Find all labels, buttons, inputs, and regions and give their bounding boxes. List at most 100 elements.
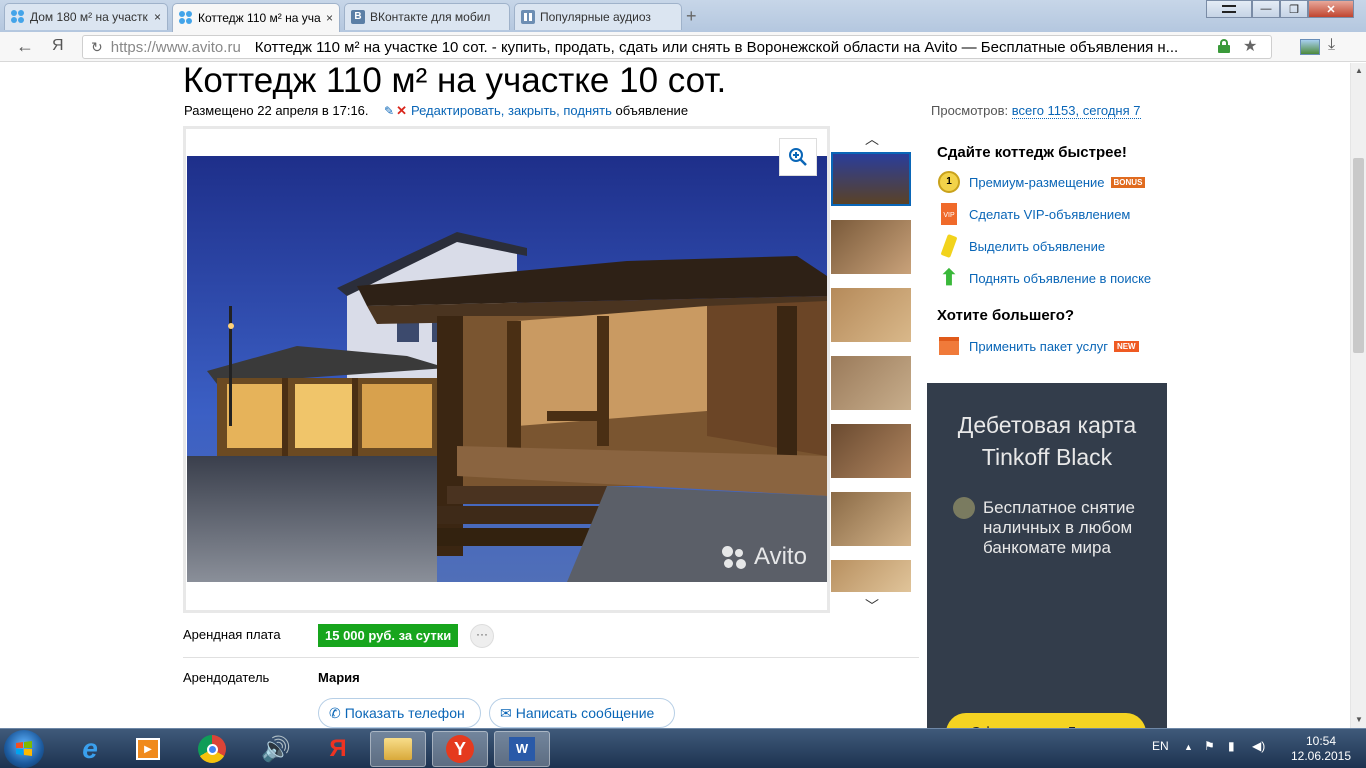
price-more-button[interactable]: ··· [470,624,494,648]
system-clock[interactable]: 10:54 12.06.2015 [1282,734,1360,764]
premium-coin-icon: 1 [937,170,961,194]
bonus-badge: BONUS [1110,176,1146,188]
yandex-icon: Я [329,735,347,762]
taskbar-yandex-browser[interactable]: Y [432,731,488,767]
tab-close-icon[interactable]: × [154,10,161,24]
arrow-up-icon: ⬆ [939,265,959,290]
vip-icon: VIP [937,202,961,226]
premium-placement-link[interactable]: 1 Премиум-размещение BONUS [937,170,1146,194]
taskbar-yandex[interactable]: Я [310,731,366,767]
chrome-icon [198,735,226,763]
ad-bullet-icon [953,497,975,519]
menu-button[interactable] [1206,0,1252,18]
cottage-photo [187,156,827,582]
ad-title: Дебетовая карта Tinkoff Black [957,412,1137,470]
tinkoff-ad-banner[interactable]: Дебетовая карта Tinkoff Black Бесплатное… [927,383,1167,728]
taskbar-internet-explorer[interactable]: e [62,731,118,767]
main-photo[interactable] [187,156,827,582]
thumbnail-4[interactable] [831,356,911,410]
refresh-icon[interactable]: ↻ [91,39,103,56]
clock-date: 12.06.2015 [1290,749,1352,763]
tab-popular-audio[interactable]: Популярные аудиоз [514,3,682,30]
listing-title: Коттедж 110 м² на участке 10 сот. [183,63,727,100]
show-phone-button[interactable]: ✆ Показать телефон [318,698,481,728]
window-controls: — ❐ ✕ [1206,0,1354,20]
volume-icon[interactable]: ◀) [1252,739,1265,753]
chevron-up-icon[interactable]: ︿ [865,129,879,149]
upsell-heading: Сдайте коттедж быстрее! [937,144,1127,161]
start-button[interactable] [4,730,44,768]
edit-link[interactable]: Редактировать, закрыть, поднять [411,103,612,118]
show-phone-label: Показать телефон [344,705,465,721]
chevron-down-icon[interactable]: ﹀ [865,596,879,616]
address-bar: ← Я ↻ https://www.avito.ru Коттедж 110 м… [0,32,1366,62]
taskbar-media-player[interactable]: ▶ [120,731,176,767]
thumbnail-6[interactable] [831,492,911,546]
price-badge: 15 000 руб. за сутки [318,624,459,647]
tab-title: Коттедж 110 м² на уча [198,11,321,25]
views-link[interactable]: всего 1153, сегодня 7 [1011,103,1141,119]
service-package-link[interactable]: Применить пакет услуг NEW [937,334,1139,358]
upsell-heading-more: Хотите большего? [937,307,1075,324]
taskbar-chrome[interactable] [184,731,240,767]
divider [183,657,919,658]
tab-close-icon[interactable]: × [326,11,333,25]
speaker-icon: 🔊 [261,735,291,763]
thumbnail-2[interactable] [831,220,911,274]
folder-icon [384,738,412,760]
new-tab-button[interactable]: + [686,6,697,27]
highlight-listing-link[interactable]: Выделить объявление [937,233,1105,259]
scroll-up-icon[interactable]: ▲ [1351,63,1366,79]
delete-icon[interactable]: ✕ [396,103,407,118]
scroll-down-icon[interactable]: ▼ [1351,712,1366,728]
tab-house-180[interactable]: Дом 180 м² на участк × [4,3,168,30]
tray-expand-icon[interactable]: ▲ [1184,742,1193,752]
minimize-button[interactable]: — [1252,0,1280,18]
landlord-label: Арендодатель [183,670,270,685]
tab-cottage-110[interactable]: Коттедж 110 м² на уча × [172,3,340,32]
back-button[interactable]: ← [16,36,34,57]
zoom-button[interactable] [779,138,817,176]
url-field[interactable]: ↻ https://www.avito.ru Коттедж 110 м² на… [82,35,1272,59]
vk-favicon-icon: B [351,10,365,24]
write-message-button[interactable]: ✉ Написать сообщение [489,698,675,728]
avito-watermark: Avito [722,543,807,571]
raise-listing-link[interactable]: ⬆ Поднять объявление в поиске [937,265,1151,290]
tab-title: ВКонтакте для мобил [370,10,491,24]
edit-links: ✎ ✕ Редактировать, закрыть, поднять объявл… [384,103,688,119]
maximize-button[interactable]: ❐ [1280,0,1308,18]
avito-favicon-icon [11,10,25,24]
vip-listing-link[interactable]: VIP Сделать VIP-объявлением [937,202,1130,226]
thumbnail-1[interactable] [831,152,911,206]
browser-tab-bar: Дом 180 м² на участк × Коттедж 110 м² на… [0,0,1366,32]
ad-apply-button[interactable]: Оформить за 5 минут [946,713,1146,728]
language-indicator[interactable]: EN [1152,739,1169,753]
zoom-in-icon [789,148,807,166]
download-icon[interactable]: ⤓ [1328,36,1335,54]
taskbar-word[interactable]: W [494,731,550,767]
close-window-button[interactable]: ✕ [1308,0,1354,18]
bookmark-star-icon[interactable]: ★ [1243,36,1257,56]
thumbnail-7[interactable] [831,560,911,592]
photo-gallery: Avito [183,126,830,613]
posted-date: Размещено 22 апреля в 17:16. [184,103,369,118]
menu-lines-icon [1222,5,1236,13]
image-extension-icon[interactable] [1300,39,1320,55]
pause-favicon-icon [521,10,535,24]
edit-suffix: объявление [615,103,689,118]
pencil-icon[interactable]: ✎ [384,104,394,118]
thumbnail-3[interactable] [831,288,911,342]
scroll-thumb[interactable] [1353,158,1364,353]
taskbar-sound[interactable]: 🔊 [248,731,304,767]
rent-label: Арендная плата [183,627,281,642]
thumbnail-5[interactable] [831,424,911,478]
power-icon[interactable]: ▮ [1228,739,1235,753]
clock-time: 10:54 [1305,734,1337,748]
taskbar-explorer[interactable] [370,731,426,767]
yandex-button[interactable]: Я [52,37,64,55]
watermark-text: Avito [754,543,807,570]
action-center-flag-icon[interactable]: ⚑ [1204,739,1215,753]
views-label: Просмотров: [931,103,1009,118]
page-scrollbar[interactable]: ▲ ▼ [1350,63,1366,728]
tab-vkontakte[interactable]: B ВКонтакте для мобил [344,3,510,30]
